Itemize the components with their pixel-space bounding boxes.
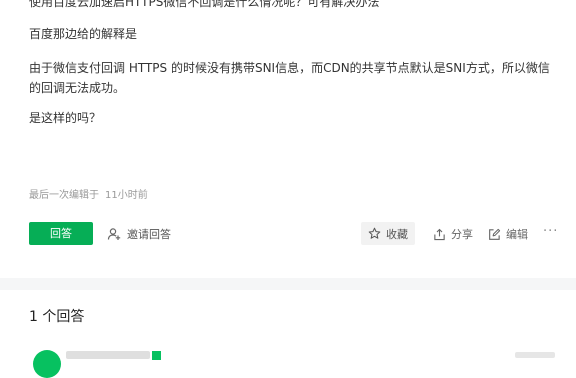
answer-button[interactable]: 回答 <box>29 222 93 245</box>
share-button[interactable]: 分享 <box>433 225 473 243</box>
favorite-label: 收藏 <box>386 227 408 241</box>
invite-answer-button[interactable]: 邀请回答 <box>107 225 171 243</box>
question-body-line: 百度那边给的解释是 <box>29 27 138 41</box>
more-options-button[interactable]: ··· <box>543 224 558 239</box>
answerer-name-placeholder <box>66 351 150 359</box>
edit-time: 11小时前 <box>105 190 148 201</box>
section-divider <box>0 278 576 290</box>
question-card: 使用百度云加速启HTTPS微信不回调是什么情况呢？可有解决办法 百度那边给的解释… <box>0 0 576 278</box>
star-icon <box>368 227 381 239</box>
edit-label: 最后一次编辑于 <box>29 190 99 201</box>
answer-time-placeholder <box>515 352 555 358</box>
favorite-button[interactable]: 收藏 <box>361 222 415 245</box>
answers-count-heading: 1 个回答 <box>29 309 85 325</box>
edit-icon <box>489 228 501 240</box>
share-label: 分享 <box>451 228 473 241</box>
edit-button[interactable]: 编辑 <box>488 225 528 243</box>
question-body-line: 由于微信支付回调 HTTPS 的时候没有携带SNI信息，而CDN的共享节点默认是… <box>29 61 550 95</box>
edit-info: 最后一次编辑于 11小时前 <box>29 188 148 204</box>
invite-label: 邀请回答 <box>127 228 171 241</box>
add-user-icon <box>107 228 121 240</box>
answerer-avatar[interactable] <box>33 350 61 378</box>
edit-label: 编辑 <box>506 228 528 241</box>
share-icon <box>434 228 445 240</box>
question-title-line: 使用百度云加速启HTTPS微信不回调是什么情况呢？可有解决办法 <box>29 0 380 9</box>
question-body-line: 是这样的吗？ <box>29 111 102 125</box>
